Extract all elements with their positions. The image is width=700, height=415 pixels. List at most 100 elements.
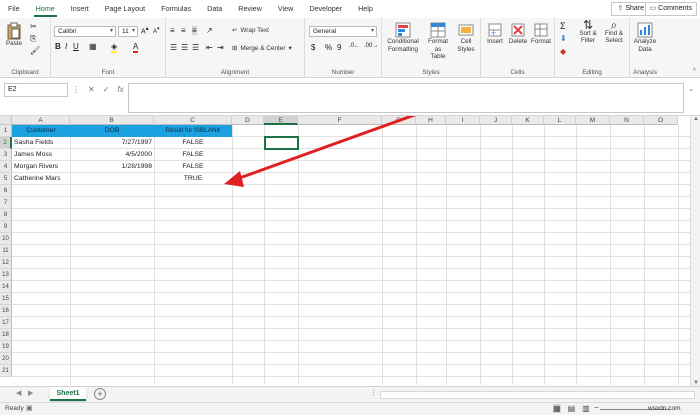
page-break-view-icon[interactable]: ▥ [582, 404, 590, 413]
delete-cells-button[interactable]: Delete [507, 22, 529, 46]
formula-input[interactable] [128, 83, 684, 113]
menu-home[interactable]: Home [28, 0, 63, 18]
macro-record-icon[interactable]: ▣ [26, 404, 33, 412]
row-header-9[interactable]: 9 [0, 221, 12, 233]
row-header-7[interactable]: 7 [0, 197, 12, 209]
menu-formulas[interactable]: Formulas [153, 0, 199, 18]
selected-cell-e2[interactable] [264, 136, 299, 150]
more-options-icon[interactable]: ⋮ [370, 389, 377, 397]
increase-indent-icon[interactable]: ⇥ [217, 43, 224, 52]
cell-a2[interactable]: Sasha Fields [14, 137, 53, 149]
col-header-m[interactable]: M [576, 116, 610, 125]
row-header-12[interactable]: 12 [0, 257, 12, 269]
header-customer[interactable]: Customer [12, 125, 70, 137]
cell-a3[interactable]: James Moss [14, 149, 52, 161]
menu-view[interactable]: View [270, 0, 301, 18]
copy-icon[interactable]: ⎘ [30, 34, 36, 44]
col-header-l[interactable]: L [544, 116, 576, 125]
format-as-table-button[interactable]: Format as Table [424, 22, 452, 61]
percent-icon[interactable]: % [325, 43, 332, 52]
increase-decimal-icon[interactable]: .0← [349, 43, 360, 49]
select-all-corner[interactable] [0, 116, 12, 125]
number-format-dropdown[interactable]: General [309, 26, 377, 37]
font-name-dropdown[interactable]: Calibri [54, 26, 116, 37]
header-result[interactable]: Result for ISBLANK [154, 125, 232, 137]
cell-c5[interactable]: TRUE [154, 173, 232, 185]
insert-cells-button[interactable]: + Insert [484, 22, 506, 46]
menu-page-layout[interactable]: Page Layout [97, 0, 153, 18]
menu-review[interactable]: Review [230, 0, 270, 18]
align-right-icon[interactable]: ☰ [192, 43, 199, 52]
col-header-j[interactable]: J [480, 116, 512, 125]
borders-icon[interactable]: ▦ [89, 42, 97, 51]
row-header-8[interactable]: 8 [0, 209, 12, 221]
italic-icon[interactable]: I [65, 42, 67, 51]
scroll-up-icon[interactable]: ▲ [693, 116, 699, 122]
font-color-icon[interactable]: A [133, 42, 139, 53]
enter-icon[interactable]: ✓ [103, 85, 110, 94]
cell-a4[interactable]: Morgan Rivers [14, 161, 58, 173]
align-top-icon[interactable]: ≡ [170, 26, 175, 35]
comments-button[interactable]: ▭ Comments [644, 2, 697, 16]
comma-icon[interactable]: 9 [337, 43, 341, 52]
decrease-decimal-icon[interactable]: .00→ [364, 43, 378, 49]
zoom-out-icon[interactable]: − [594, 403, 599, 412]
row-header-13[interactable]: 13 [0, 269, 12, 281]
align-left-icon[interactable]: ☰ [170, 43, 177, 52]
horizontal-scrollbar[interactable] [380, 391, 695, 399]
col-header-e[interactable]: E [264, 116, 298, 125]
add-sheet-icon[interactable]: + [94, 388, 106, 400]
row-header-2[interactable]: 2 [0, 137, 12, 149]
align-center-icon[interactable]: ☰ [181, 43, 188, 52]
conditional-formatting-button[interactable]: Conditional Formatting [385, 22, 421, 53]
align-middle-icon[interactable]: ≡ [181, 26, 186, 35]
col-header-a[interactable]: A [12, 116, 70, 125]
col-header-h[interactable]: H [416, 116, 446, 125]
cell-b3[interactable]: 4/5/2000 [70, 149, 152, 161]
row-header-19[interactable]: 19 [0, 341, 12, 353]
col-header-d[interactable]: D [232, 116, 264, 125]
decrease-indent-icon[interactable]: ⇤ [206, 43, 213, 52]
cell-c4[interactable]: FALSE [154, 161, 232, 173]
row-header-17[interactable]: 17 [0, 317, 12, 329]
cell-styles-button[interactable]: Cell Styles [454, 22, 478, 53]
col-header-g[interactable]: G [382, 116, 416, 125]
row-header-16[interactable]: 16 [0, 305, 12, 317]
paste-button[interactable]: Paste [4, 22, 24, 48]
bold-icon[interactable]: B [55, 42, 61, 51]
header-dob[interactable]: DOB [70, 125, 154, 137]
row-header-3[interactable]: 3 [0, 149, 12, 161]
cancel-icon[interactable]: ✕ [88, 85, 95, 94]
col-header-n[interactable]: N [610, 116, 644, 125]
col-header-k[interactable]: K [512, 116, 544, 125]
autosum-icon[interactable]: Σ [560, 21, 566, 31]
name-box[interactable]: E2 [4, 83, 68, 97]
clear-icon[interactable]: ◆ [560, 47, 566, 56]
cell-b4[interactable]: 1/28/1998 [70, 161, 152, 173]
collapse-ribbon-icon[interactable]: ^ [693, 68, 696, 75]
row-header-11[interactable]: 11 [0, 245, 12, 257]
menu-insert[interactable]: Insert [63, 0, 97, 18]
cell-b2[interactable]: 7/27/1997 [70, 137, 152, 149]
wrap-text-button[interactable]: ↵ Wrap Text [232, 26, 269, 35]
fill-color-icon[interactable]: ◈ [111, 42, 118, 53]
normal-view-icon[interactable]: ▦ [553, 404, 561, 413]
sort-filter-button[interactable]: ⇅ Sort & Filter [575, 19, 601, 45]
col-header-o[interactable]: O [644, 116, 678, 125]
find-select-button[interactable]: ⌕ Find & Select [601, 19, 627, 45]
format-cells-button[interactable]: Format [529, 22, 553, 46]
format-painter-icon[interactable]: 🖌 [30, 46, 40, 55]
decrease-font-icon[interactable]: A▾ [153, 26, 160, 35]
underline-icon[interactable]: U [73, 42, 79, 51]
row-header-18[interactable]: 18 [0, 329, 12, 341]
row-header-4[interactable]: 4 [0, 161, 12, 173]
row-header-14[interactable]: 14 [0, 281, 12, 293]
row-header-1[interactable]: 1 [0, 125, 12, 137]
next-sheet-icon[interactable]: ▶ [28, 389, 33, 397]
fx-icon[interactable]: fx [117, 85, 123, 94]
menu-developer[interactable]: Developer [301, 0, 350, 18]
increase-font-icon[interactable]: A▴ [141, 26, 149, 35]
fill-icon[interactable]: ⬇ [560, 34, 567, 43]
col-header-b[interactable]: B [70, 116, 154, 125]
row-header-10[interactable]: 10 [0, 233, 12, 245]
